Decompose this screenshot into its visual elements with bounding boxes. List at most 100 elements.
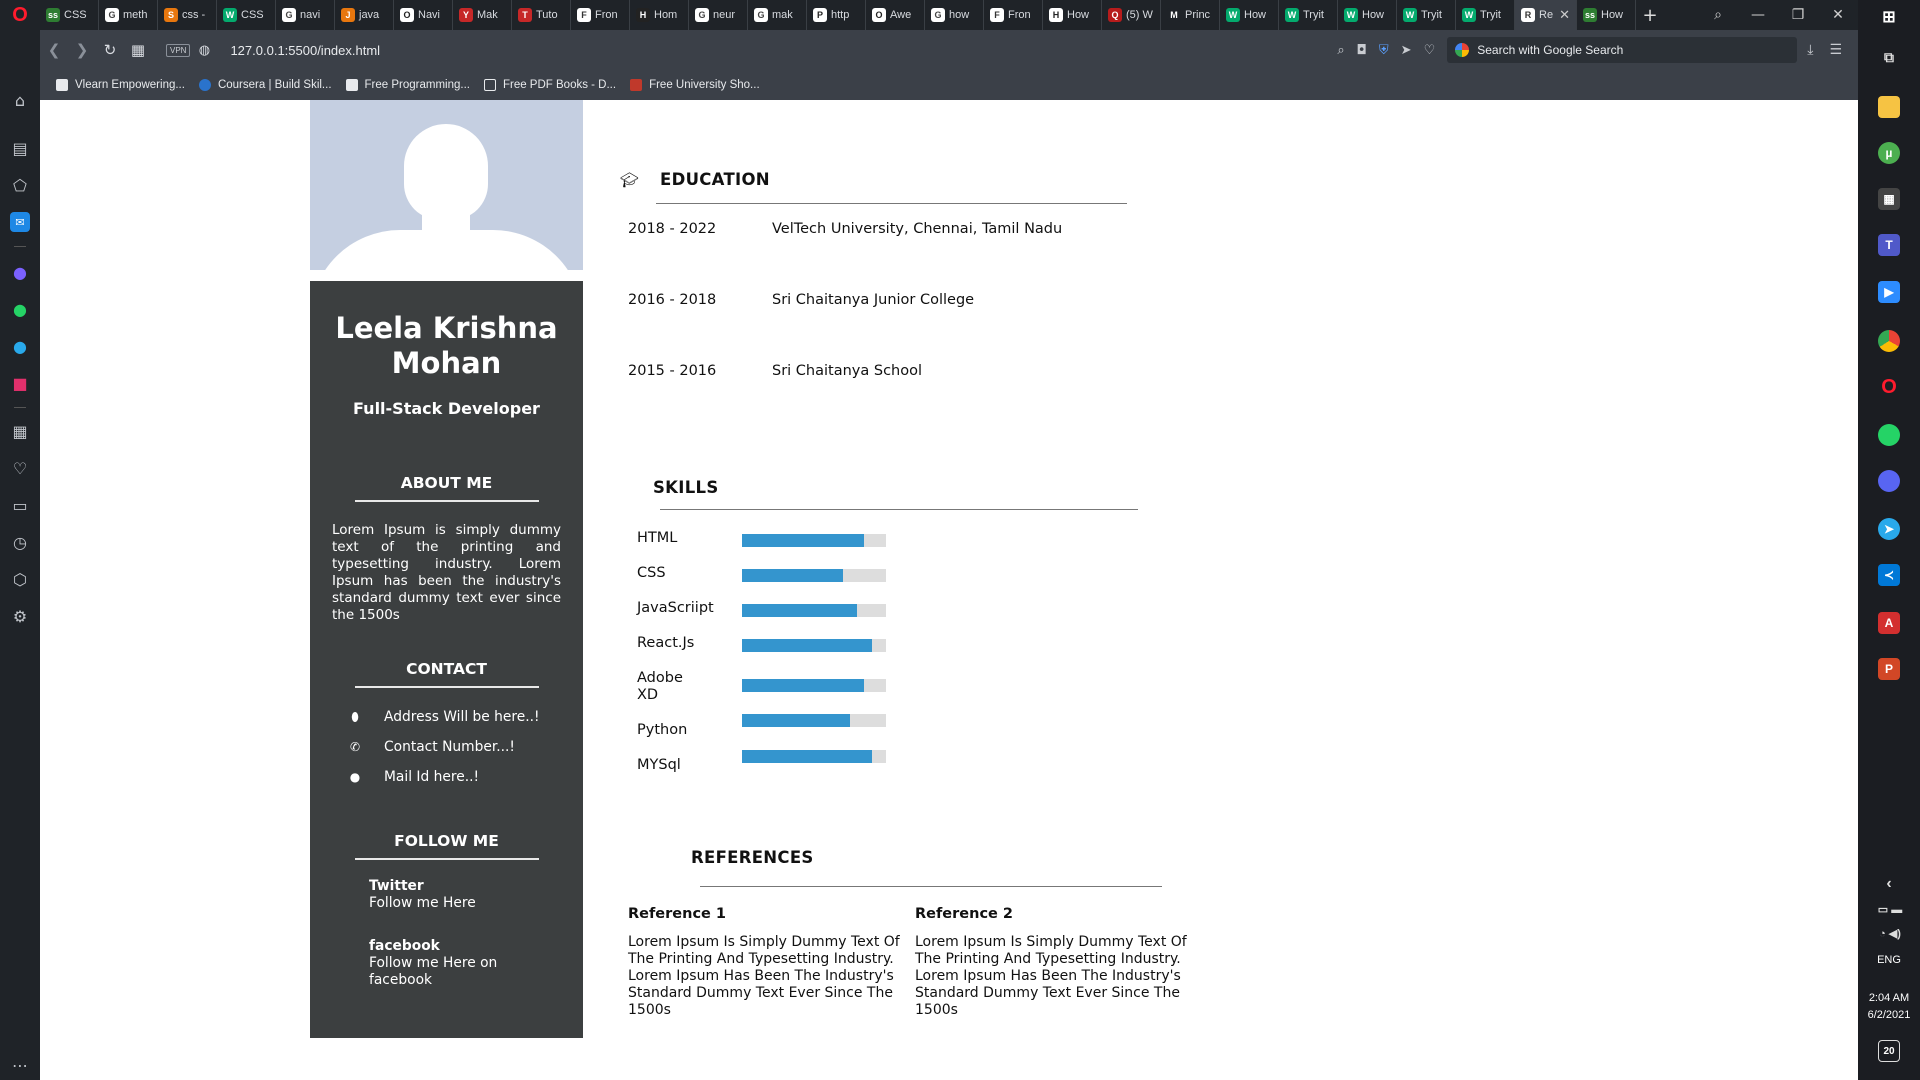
chevron-left-icon[interactable]: ‹	[1878, 873, 1900, 895]
opera-logo-icon[interactable]: O	[0, 0, 40, 30]
education-heading: EDUCATION	[660, 170, 770, 189]
site-info-globe-icon[interactable]: ◍	[190, 43, 218, 58]
task-view-icon[interactable]: ⧉	[1878, 46, 1900, 68]
browser-tab[interactable]: H Hom	[630, 0, 689, 30]
bookmark-item[interactable]: Vlearn Empowering...	[56, 79, 185, 91]
forward-icon[interactable]: ❯	[68, 41, 96, 59]
powerpoint-icon[interactable]: P	[1878, 658, 1900, 680]
facebook-messenger-icon[interactable]: ●	[10, 262, 30, 282]
home-icon[interactable]: ⌂	[10, 90, 30, 110]
tab-grid-icon[interactable]: ▦	[124, 41, 152, 59]
back-icon[interactable]: ❮	[40, 41, 68, 59]
vpn-badge[interactable]: VPN	[166, 43, 191, 57]
news-icon[interactable]: ▭	[10, 495, 30, 515]
browser-tab[interactable]: W Tryit	[1397, 0, 1456, 30]
notes-icon[interactable]: ▤	[10, 138, 30, 158]
contact-divider	[354, 686, 539, 688]
pin-icon[interactable]: ⬠	[10, 175, 30, 195]
browser-tab[interactable]: F Fron	[984, 0, 1043, 30]
bookmark-item[interactable]: Free PDF Books - D...	[483, 79, 616, 91]
browser-tab-active[interactable]: R Re ✕	[1515, 0, 1577, 30]
follow-facebook[interactable]: facebook Follow me Here on facebook	[369, 938, 583, 989]
camera-snapshot-icon[interactable]: ◘	[1357, 43, 1367, 58]
store-icon[interactable]: ▦	[1878, 188, 1900, 210]
new-tab-button[interactable]: +	[1636, 5, 1664, 26]
settings-gear-icon[interactable]: ⚙	[10, 606, 30, 626]
browser-tab[interactable]: W CSS	[217, 0, 276, 30]
bookmark-item[interactable]: Coursera | Build Skil...	[198, 79, 332, 91]
workspaces-icon[interactable]: ▦	[10, 421, 30, 441]
clock-time[interactable]: 2:04 AM	[1858, 992, 1920, 1004]
file-explorer-icon[interactable]	[1878, 96, 1900, 118]
whatsapp-icon[interactable]: ●	[10, 299, 30, 319]
browser-tab[interactable]: O Navi	[394, 0, 453, 30]
opera-icon[interactable]: O	[1878, 376, 1900, 398]
browser-tab[interactable]: Ghow	[925, 0, 984, 30]
about-divider	[354, 500, 539, 502]
discord-icon[interactable]	[1878, 470, 1900, 492]
tab-title: css -	[182, 9, 206, 21]
browser-tab[interactable]: Jjava	[335, 0, 394, 30]
reload-icon[interactable]: ↻	[96, 41, 124, 59]
send-icon[interactable]: ➤	[1401, 43, 1412, 58]
tab-favicon-icon: H	[636, 8, 650, 22]
more-icon[interactable]: ⋯	[10, 1055, 30, 1075]
browser-tab[interactable]: Gmak	[748, 0, 807, 30]
chrome-icon[interactable]	[1878, 330, 1900, 352]
whatsapp-app-icon[interactable]	[1878, 424, 1900, 446]
acrobat-icon[interactable]: A	[1878, 612, 1900, 634]
utorrent-icon[interactable]: µ	[1878, 142, 1900, 164]
browser-tab[interactable]: Gneur	[689, 0, 748, 30]
telegram-app-icon[interactable]: ➤	[1878, 518, 1900, 540]
bookmark-item[interactable]: Free University Sho...	[630, 79, 760, 91]
browser-tab[interactable]: Gnavi	[276, 0, 335, 30]
zoom-icon[interactable]: ▶	[1878, 281, 1900, 303]
teams-icon[interactable]: T	[1878, 234, 1900, 256]
easy-setup-icon[interactable]: ☰	[1829, 42, 1842, 58]
download-icon[interactable]: ⤓	[1807, 42, 1813, 58]
notifications-icon[interactable]: 20	[1878, 1040, 1900, 1062]
browser-tab[interactable]: W Tryit	[1456, 0, 1515, 30]
search-input[interactable]: Search with Google Search	[1447, 37, 1798, 63]
browser-tab[interactable]: ss CSS	[40, 0, 99, 30]
extensions-cube-icon[interactable]: ⬡	[10, 569, 30, 589]
browser-tab[interactable]: H How	[1043, 0, 1102, 30]
wifi-volume-icon[interactable]: ◔ ◀)	[1870, 922, 1910, 944]
language-indicator[interactable]: ENG	[1858, 954, 1920, 966]
browser-tab[interactable]: W How	[1338, 0, 1397, 30]
browser-tab[interactable]: W How	[1220, 0, 1279, 30]
browser-tab[interactable]: M Princ	[1161, 0, 1220, 30]
battery-icon[interactable]: ▭ ▬	[1870, 898, 1910, 920]
browser-tab[interactable]: Scss -	[158, 0, 217, 30]
bookmark-label: Vlearn Empowering...	[75, 79, 185, 91]
windows-start-icon[interactable]: ⊞	[1878, 6, 1900, 28]
browser-tab[interactable]: T Tuto	[512, 0, 571, 30]
close-window-icon[interactable]: ✕	[1818, 7, 1858, 23]
close-tab-icon[interactable]: ✕	[1559, 7, 1570, 23]
vscode-icon[interactable]: ≺	[1878, 564, 1900, 586]
heart-bookmark-icon[interactable]: ♡	[1424, 43, 1436, 58]
browser-tab[interactable]: Q (5) W	[1102, 0, 1161, 30]
messenger-app-icon[interactable]: ✉	[10, 212, 30, 232]
minimize-icon[interactable]: —	[1738, 7, 1778, 23]
follow-twitter[interactable]: Twitter Follow me Here	[369, 878, 583, 912]
instagram-icon[interactable]: ■	[10, 373, 30, 393]
browser-tab[interactable]: Gmeth	[99, 0, 158, 30]
browser-tab[interactable]: Phttp	[807, 0, 866, 30]
history-clock-icon[interactable]: ◷	[10, 532, 30, 552]
url-field[interactable]: 127.0.0.1:5500/index.html	[230, 43, 380, 58]
browser-tab[interactable]: O Awe	[866, 0, 925, 30]
zoom-search-icon[interactable]: ⌕	[1337, 43, 1344, 58]
heart-icon[interactable]: ♡	[10, 458, 30, 478]
browser-tab[interactable]: F Fron	[571, 0, 630, 30]
browser-tab[interactable]: ss How	[1577, 0, 1636, 30]
browser-tab[interactable]: W Tryit	[1279, 0, 1338, 30]
tab-search-icon[interactable]: ⌕	[1698, 7, 1738, 23]
restore-icon[interactable]: ❐	[1778, 7, 1818, 23]
telegram-icon[interactable]: ●	[10, 336, 30, 356]
browser-tab[interactable]: Y Mak	[453, 0, 512, 30]
bookmark-item[interactable]: Free Programming...	[345, 79, 470, 91]
shield-icon[interactable]: ⛨	[1379, 43, 1389, 58]
graduation-cap-icon: 🎓︎	[620, 170, 640, 189]
clock-date[interactable]: 6/2/2021	[1858, 1009, 1920, 1021]
